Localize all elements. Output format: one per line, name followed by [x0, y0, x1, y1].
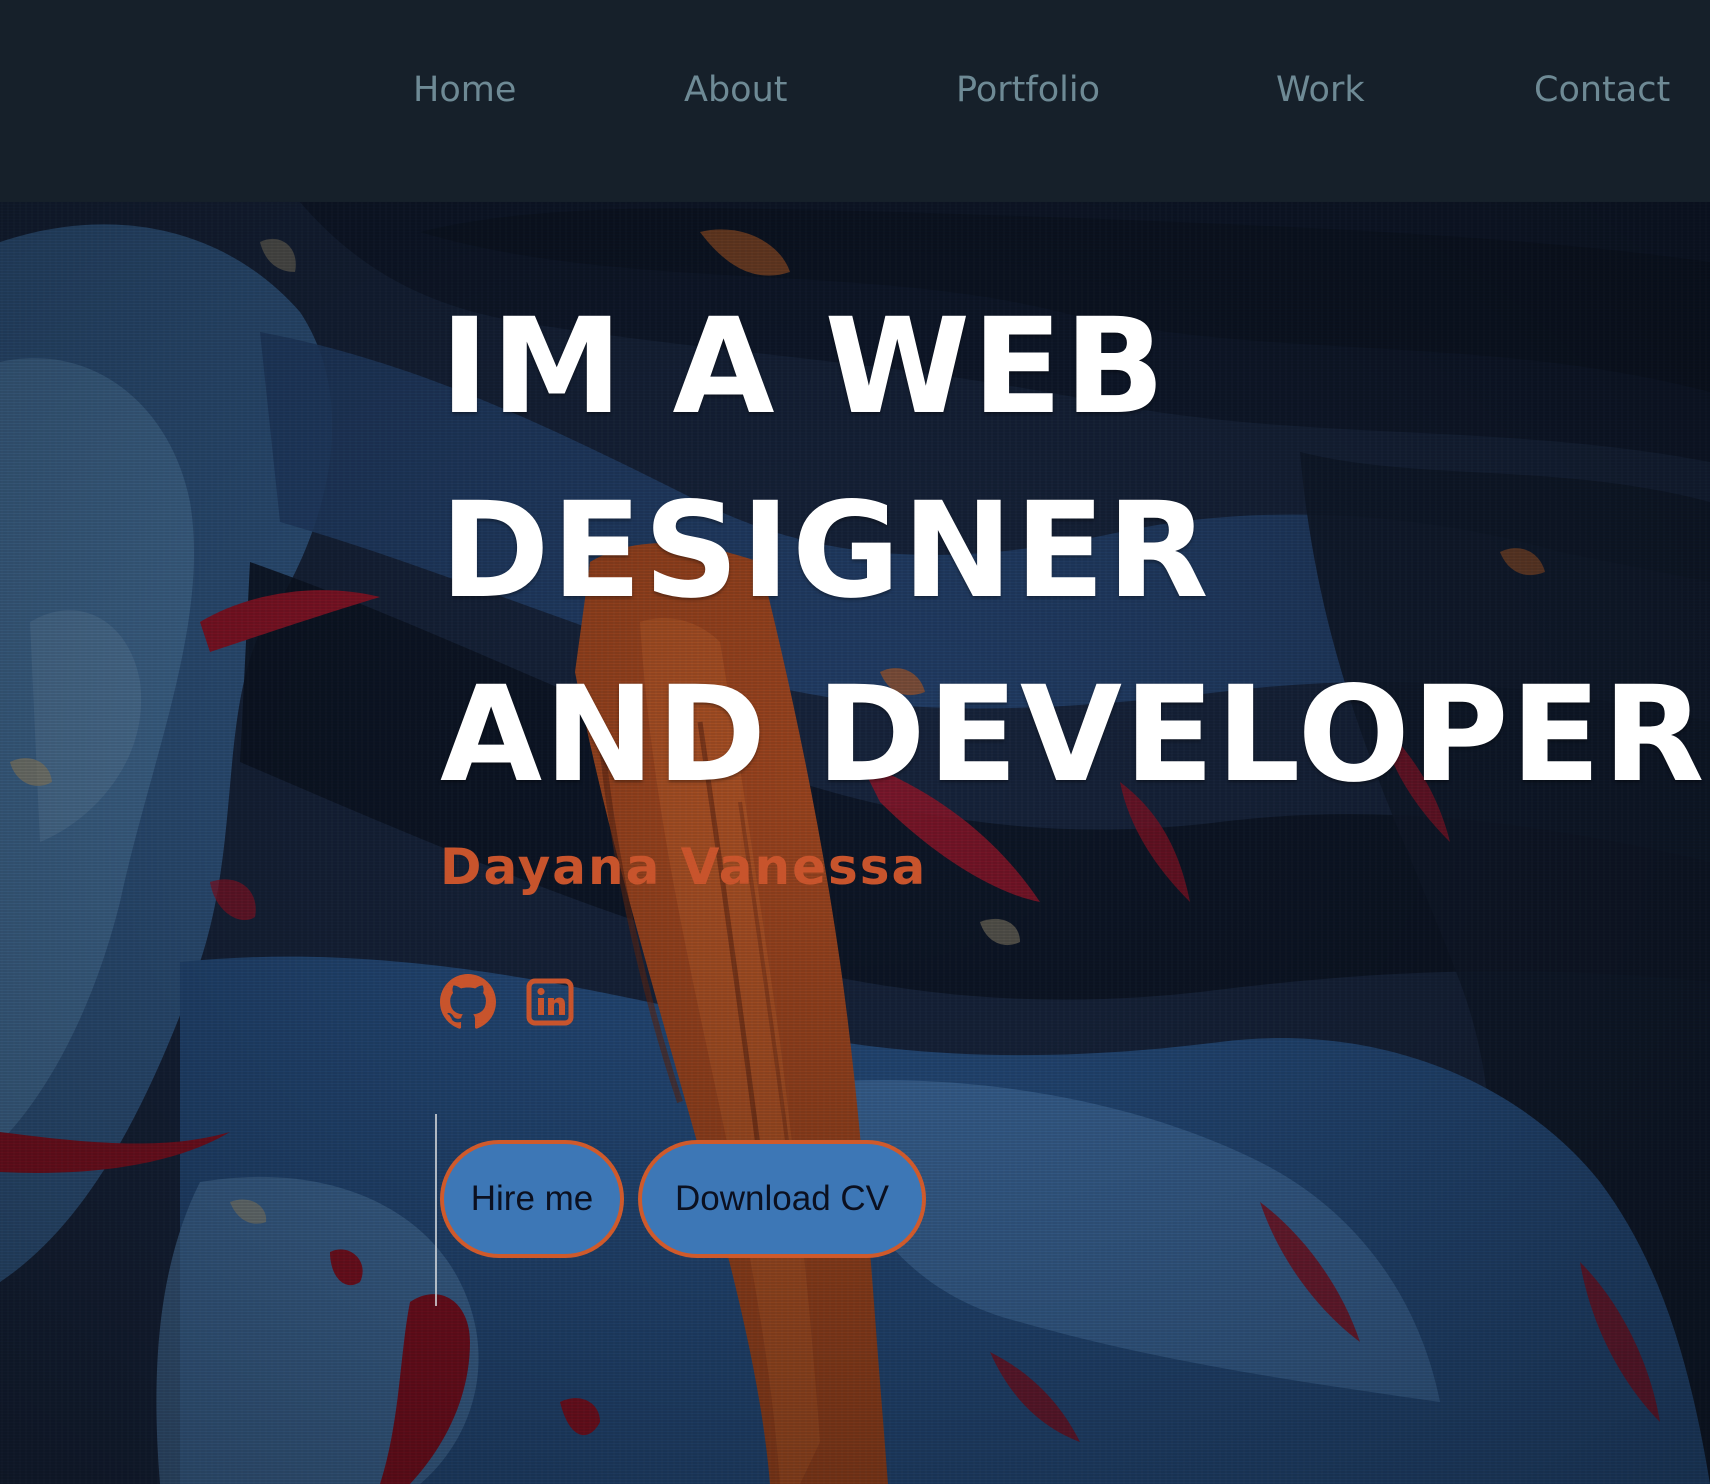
headline-line-1: IM A WEB: [440, 290, 1167, 444]
nav-link-portfolio[interactable]: Portfolio: [956, 68, 1100, 112]
headline-line-3: AND DEVELOPER: [440, 658, 1707, 812]
github-icon[interactable]: [440, 974, 496, 1030]
headline-line-2: DESIGNER: [440, 474, 1211, 628]
download-cv-button[interactable]: Download CV: [638, 1140, 926, 1258]
linkedin-icon[interactable]: [526, 978, 574, 1026]
nav-link-contact[interactable]: Contact: [1534, 68, 1670, 112]
nav-link-about[interactable]: About: [684, 68, 787, 112]
hero-headline: IM A WEB DESIGNER AND DEVELOPER: [440, 275, 1706, 827]
nav-link-work[interactable]: Work: [1276, 68, 1365, 112]
hire-me-button[interactable]: Hire me: [440, 1140, 624, 1258]
author-name: Dayana Vanessa: [440, 838, 928, 896]
vertical-divider: [435, 1114, 437, 1306]
nav-link-home[interactable]: Home: [413, 68, 516, 112]
portfolio-page: Home About Portfolio Work Contact IM A W…: [0, 0, 1710, 1484]
hero-section: IM A WEB DESIGNER AND DEVELOPER Dayana V…: [0, 202, 1710, 1484]
top-navbar: Home About Portfolio Work Contact: [0, 0, 1710, 202]
